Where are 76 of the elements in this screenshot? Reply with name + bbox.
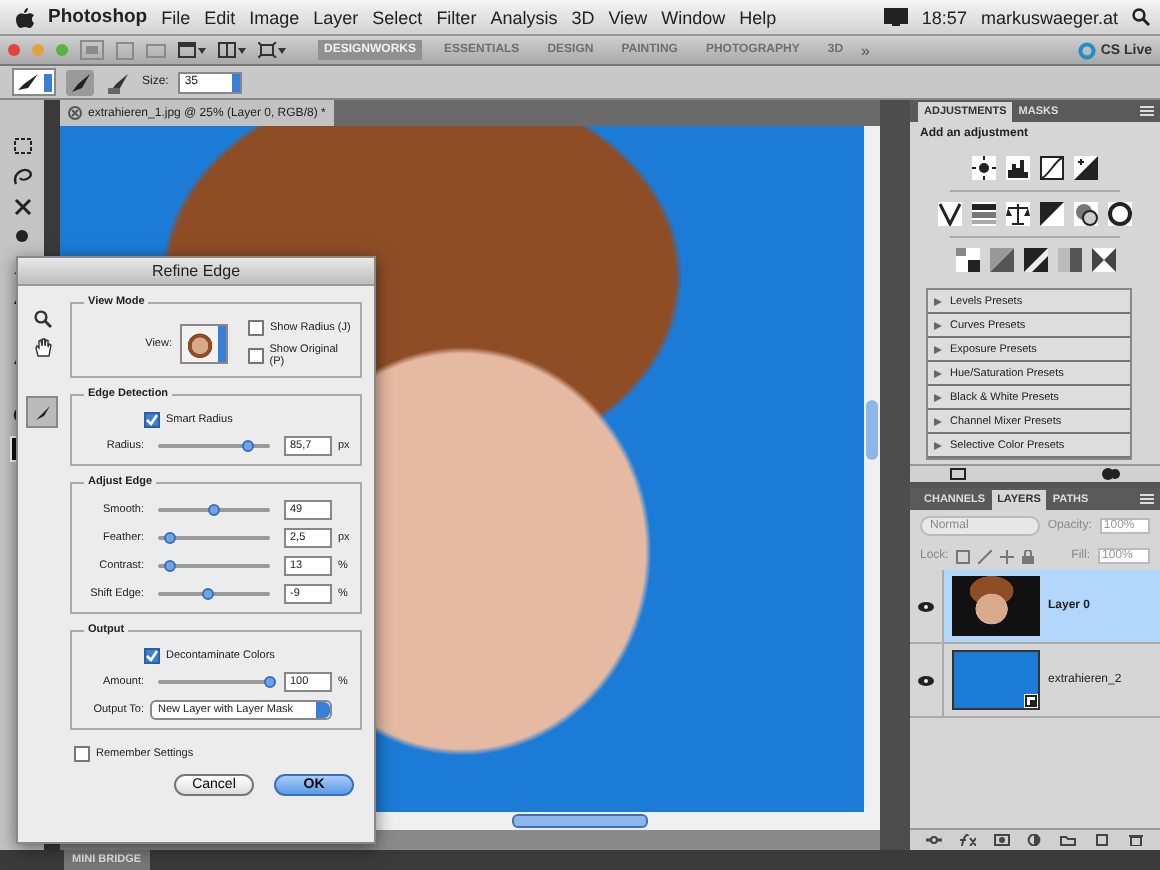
apple-logo-icon[interactable] xyxy=(16,7,34,27)
checkbox[interactable] xyxy=(144,648,160,664)
hue-bars-icon[interactable] xyxy=(972,202,996,226)
adjustment-layer-icon[interactable] xyxy=(1026,834,1043,846)
return-icon[interactable] xyxy=(950,468,966,480)
diagonal-split-icon[interactable] xyxy=(1040,202,1064,226)
clip-icon[interactable] xyxy=(1102,468,1120,480)
brightness-icon[interactable] xyxy=(972,156,996,180)
refine-radius-tool-icon[interactable] xyxy=(66,69,94,95)
vertical-scrollbar[interactable] xyxy=(864,126,880,812)
mask-icon[interactable] xyxy=(993,834,1010,846)
new-layer-icon[interactable] xyxy=(1094,834,1111,846)
menu-item[interactable]: Edit xyxy=(204,7,236,27)
lock-transparency-icon[interactable] xyxy=(956,549,971,563)
checkbox[interactable] xyxy=(74,746,90,762)
close-icon[interactable] xyxy=(68,106,82,120)
lasso-tool-icon[interactable] xyxy=(11,166,33,188)
slider-thumb[interactable] xyxy=(241,440,254,452)
balance-scale-icon[interactable] xyxy=(1006,202,1030,226)
lock-all-icon[interactable] xyxy=(1022,549,1035,563)
link-icon[interactable] xyxy=(926,834,942,846)
trash-icon[interactable] xyxy=(1127,834,1144,846)
checkbox[interactable] xyxy=(248,348,264,364)
healing-tool-icon[interactable] xyxy=(11,226,33,248)
app-name-menu[interactable]: Photoshop xyxy=(48,6,148,28)
dialog-title: Refine Edge xyxy=(18,258,374,286)
curve-icon[interactable] xyxy=(1040,156,1064,180)
search-icon[interactable] xyxy=(1132,8,1150,26)
more-workspaces-button[interactable]: » xyxy=(861,41,870,59)
arrange-icon[interactable] xyxy=(218,42,246,58)
lock-position-icon[interactable] xyxy=(1000,549,1015,563)
checkbox[interactable] xyxy=(144,412,160,428)
screen-mode-icon[interactable] xyxy=(178,42,206,58)
slider-thumb[interactable] xyxy=(208,504,220,516)
scroll-thumb[interactable] xyxy=(511,814,647,828)
menu-item[interactable]: Filter xyxy=(436,7,477,27)
brush-icon xyxy=(16,72,40,92)
check-mark-icon xyxy=(146,650,158,662)
menu-item[interactable]: Select xyxy=(372,7,423,27)
check-mark-icon xyxy=(146,414,158,426)
view-mode-picker[interactable] xyxy=(180,324,228,364)
menu-item[interactable]: View xyxy=(608,7,648,27)
marquee-tool-icon[interactable] xyxy=(11,136,33,158)
user-name-menu[interactable]: markuswaeger.at xyxy=(980,7,1118,27)
frame-icon[interactable] xyxy=(258,42,286,58)
scroll-thumb[interactable] xyxy=(866,400,878,461)
tool-preset-picker[interactable] xyxy=(12,68,56,96)
refine-radius-tool-button[interactable] xyxy=(26,396,58,428)
photo-placeholder xyxy=(952,576,1040,636)
menu-item[interactable]: Analysis xyxy=(490,7,558,27)
menu-item[interactable]: File xyxy=(161,7,191,27)
fx-icon[interactable] xyxy=(959,834,976,846)
slider-thumb[interactable] xyxy=(202,588,215,600)
zoom-tool-icon[interactable] xyxy=(33,310,51,328)
checkbox[interactable] xyxy=(248,320,264,336)
histogram-icon[interactable] xyxy=(1006,156,1030,180)
panel-menu-icon[interactable] xyxy=(1140,106,1154,116)
brush-icon xyxy=(33,403,51,421)
slider-thumb[interactable] xyxy=(163,532,176,544)
menu-item[interactable]: Image xyxy=(249,7,300,27)
smart-object-icon xyxy=(1024,694,1038,708)
eye-icon[interactable] xyxy=(918,601,934,611)
slider-thumb[interactable] xyxy=(264,676,276,688)
menu-item[interactable]: Help xyxy=(739,7,777,27)
hand-tool-icon[interactable] xyxy=(33,338,51,358)
display-icon[interactable] xyxy=(883,8,908,26)
erase-refinements-tool-icon[interactable] xyxy=(104,69,132,95)
clock-text[interactable]: 18:57 xyxy=(921,7,967,27)
slider-thumb[interactable] xyxy=(163,560,176,572)
crop-tool-icon[interactable] xyxy=(11,196,33,218)
eye-icon[interactable] xyxy=(918,675,934,685)
menu-item[interactable]: Layer xyxy=(313,7,359,27)
menu-item[interactable]: Window xyxy=(661,7,726,27)
menu-item[interactable]: 3D xyxy=(571,7,595,27)
panel-menu-icon[interactable] xyxy=(1140,494,1154,504)
lock-pixels-icon[interactable] xyxy=(978,549,993,563)
